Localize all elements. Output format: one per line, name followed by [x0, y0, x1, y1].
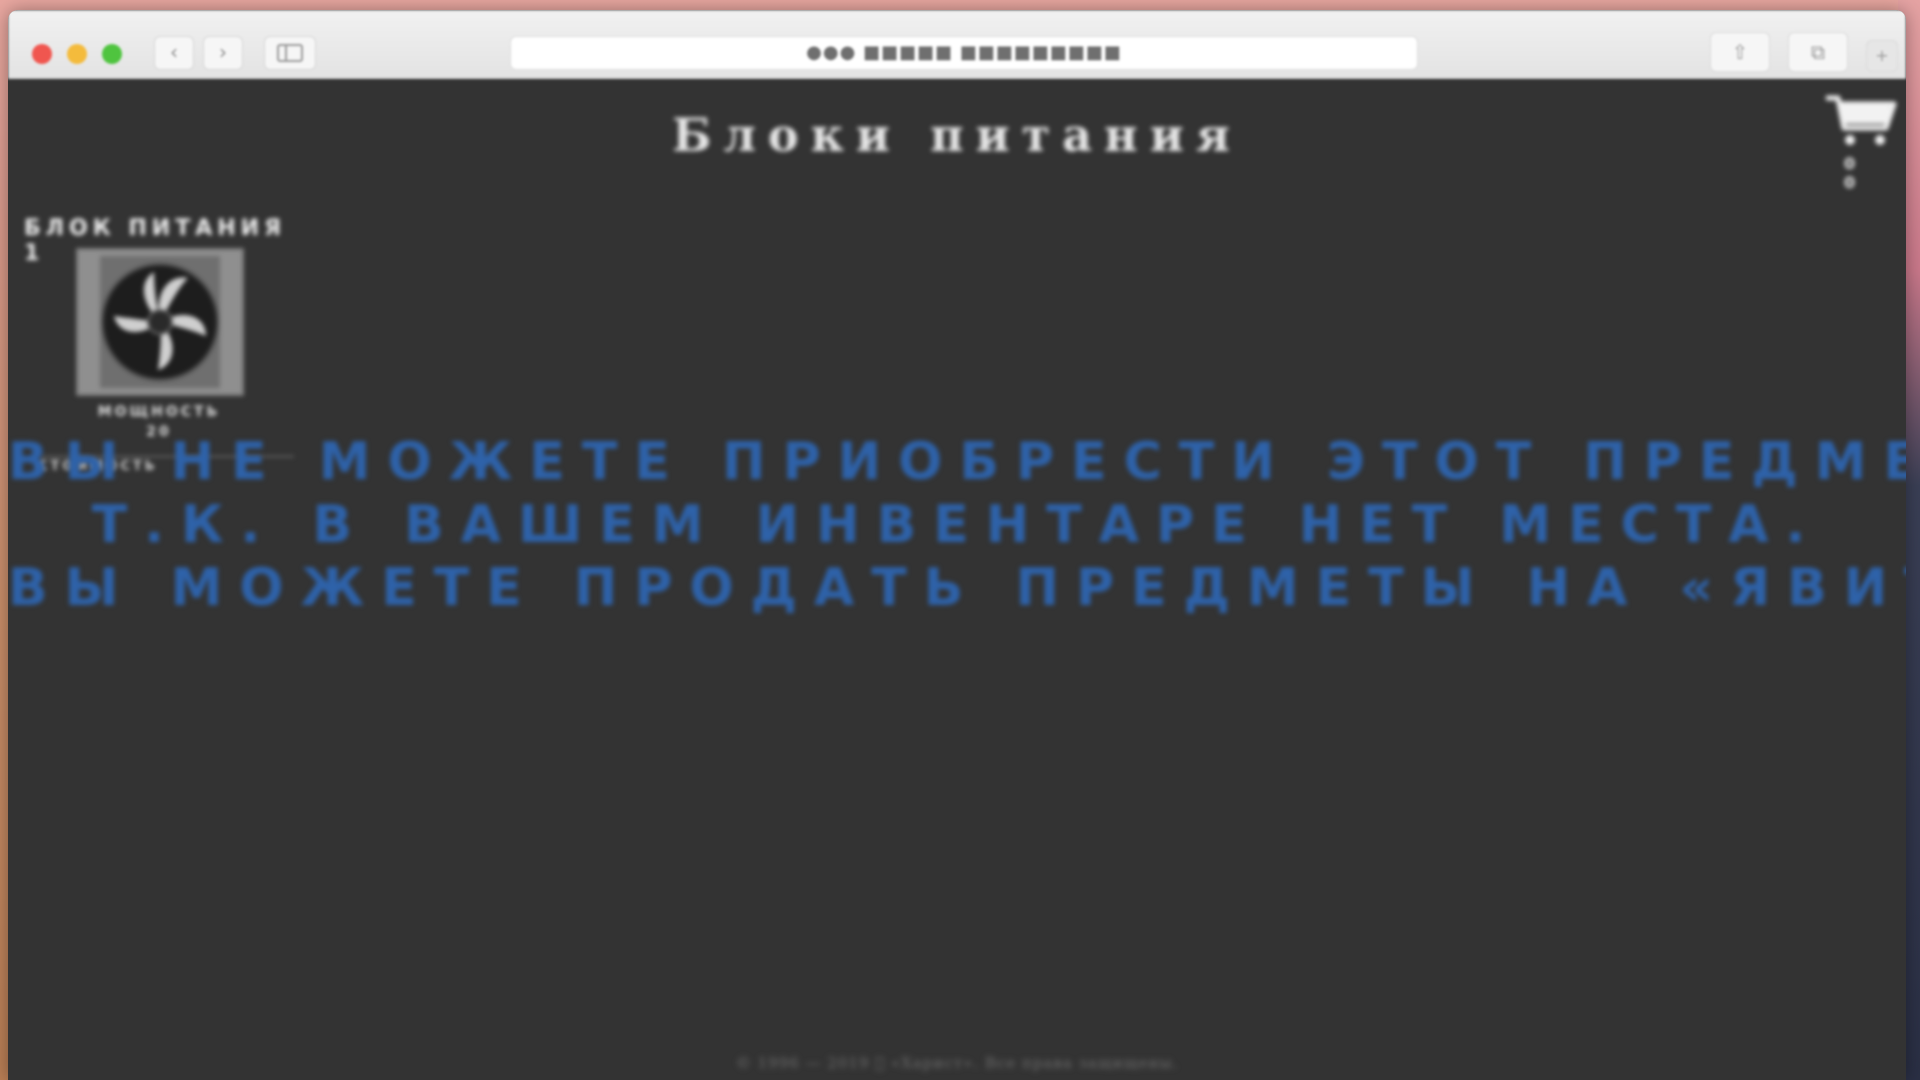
address-bar[interactable]: ●●● ■■■■■ ■■■■■■■■■ — [510, 36, 1418, 70]
share-icon: ⇧ — [1731, 40, 1749, 64]
cart-button[interactable]: 0 0 — [1822, 92, 1898, 192]
forward-button[interactable]: › — [203, 36, 243, 70]
message-line-1: ВЫ НЕ МОЖЕТЕ ПРИОБРЕСТИ ЭТОТ ПРЕДМЕТ — [8, 432, 1906, 492]
product-image[interactable] — [76, 248, 244, 396]
chevron-left-icon: ‹ — [170, 40, 178, 64]
inventory-full-message: ВЫ НЕ МОЖЕТЕ ПРИОБРЕСТИ ЭТОТ ПРЕДМЕТ Т.К… — [8, 431, 1906, 620]
minimize-window-button[interactable] — [67, 44, 87, 64]
browser-window: ‹ › ●●● ■■■■■ ■■■■■■■■■ ⇧ ⧉ + Блоки пита… — [8, 10, 1906, 1080]
show-tabs-button[interactable]: ⧉ — [1788, 32, 1848, 72]
share-button[interactable]: ⇧ — [1710, 32, 1770, 72]
sidebar-icon — [277, 44, 303, 62]
chevron-right-icon: › — [219, 40, 227, 64]
new-tab-button[interactable]: + — [1866, 40, 1898, 72]
cart-count: 0 0 — [1844, 154, 1866, 192]
address-text: ●●● ■■■■■ ■■■■■■■■■ — [806, 42, 1122, 63]
footer-copyright: © 1996 — 2019   «Харист». Все права защи… — [735, 1054, 1179, 1072]
plus-icon: + — [1875, 46, 1889, 65]
product-card[interactable]: БЛОК ПИТАНИЯ 1 МОЩНОСТЬ 20 СТОИМОСТЬ — [24, 216, 294, 474]
tabs-icon: ⧉ — [1810, 40, 1826, 64]
spec-label: МОЩНОСТЬ — [97, 404, 221, 420]
message-line-2: Т.К. В ВАШЕМ ИНВЕНТАРЕ НЕТ МЕСТА. — [91, 495, 1823, 555]
browser-toolbar: ‹ › ●●● ■■■■■ ■■■■■■■■■ ⇧ ⧉ + — [8, 10, 1906, 79]
zoom-window-button[interactable] — [102, 44, 122, 64]
close-window-button[interactable] — [32, 44, 52, 64]
cart-icon — [1826, 95, 1897, 145]
sidebar-toggle-button[interactable] — [264, 36, 316, 70]
fan-icon — [100, 256, 220, 388]
message-line-3: ВЫ МОЖЕТЕ ПРОДАТЬ ПРЕДМЕТЫ НА «ЯВИТЯ» — [8, 558, 1906, 618]
back-button[interactable]: ‹ — [154, 36, 194, 70]
page-title: Блоки питания — [672, 108, 1242, 162]
